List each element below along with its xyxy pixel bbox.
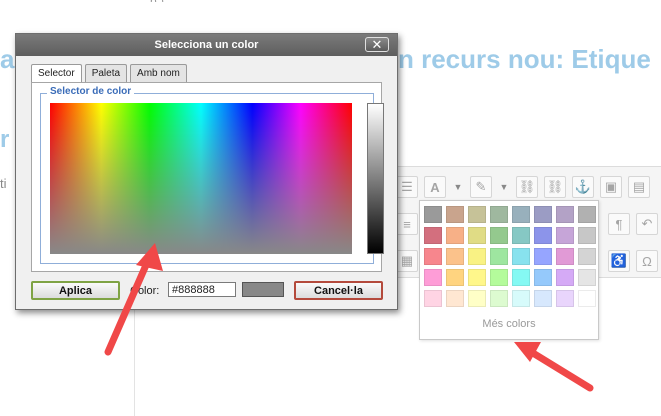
tab-selector[interactable]: Selector [31, 64, 82, 83]
close-icon: ✕ [371, 37, 383, 52]
color-swatch[interactable] [424, 227, 442, 244]
color-swatch[interactable] [424, 290, 442, 307]
image-icon[interactable]: ▣ [600, 176, 622, 198]
tab-palette[interactable]: Paleta [84, 64, 128, 82]
color-swatch[interactable] [490, 206, 508, 223]
color-swatch[interactable] [490, 227, 508, 244]
color-swatch[interactable] [446, 227, 464, 244]
color-hex-input[interactable] [168, 282, 236, 297]
color-swatch[interactable] [578, 269, 596, 286]
color-swatch[interactable] [446, 206, 464, 223]
color-swatch[interactable] [534, 248, 552, 265]
page-text-fragment: ti [0, 176, 7, 191]
tab-named[interactable]: Amb nom [130, 64, 187, 82]
swatch-grid [424, 206, 596, 307]
dialog-footer: Aplica Color: Cancel·la [16, 278, 397, 302]
color-swatch[interactable] [512, 206, 530, 223]
color-swatch[interactable] [468, 206, 486, 223]
color-swatch[interactable] [424, 206, 442, 223]
color-swatch[interactable] [534, 269, 552, 286]
indent-icon[interactable]: ≡ [396, 213, 418, 235]
color-swatch[interactable] [512, 248, 530, 265]
dialog-titlebar[interactable]: Selecciona un color [16, 34, 397, 56]
media-icon[interactable]: ▤ [628, 176, 650, 198]
color-swatch[interactable] [534, 206, 552, 223]
content-divider [134, 310, 135, 416]
color-swatch[interactable] [512, 227, 530, 244]
special-char-icon[interactable]: Ω [636, 250, 658, 272]
anchor-icon[interactable]: ⚓ [572, 176, 594, 198]
color-swatch[interactable] [424, 269, 442, 286]
color-swatch[interactable] [556, 269, 574, 286]
more-colors-link[interactable]: Més colors [420, 318, 598, 330]
color-swatch[interactable] [534, 227, 552, 244]
color-swatch[interactable] [512, 290, 530, 307]
color-swatch[interactable] [446, 290, 464, 307]
color-swatch[interactable] [556, 227, 574, 244]
color-swatch[interactable] [556, 290, 574, 307]
color-swatch[interactable] [578, 248, 596, 265]
page-subheading-fragment: r [0, 126, 10, 153]
color-swatch[interactable] [468, 269, 486, 286]
unlink-icon[interactable]: ⛓ [544, 176, 566, 198]
color-swatch[interactable] [556, 206, 574, 223]
color-selector-dialog: Selecciona un color ✕ Selector Paleta Am… [15, 33, 398, 310]
dialog-tabs: Selector Paleta Amb nom [31, 64, 187, 83]
color-swatch[interactable] [578, 206, 596, 223]
link-icon[interactable]: ⛓ [516, 176, 538, 198]
color-swatch[interactable] [446, 248, 464, 265]
color-swatch[interactable] [556, 248, 574, 265]
page-heading: n recurs nou: Etique [398, 44, 651, 74]
page-top-text: p ) [150, 0, 550, 2]
highlight-icon[interactable]: ✎ [470, 176, 492, 198]
color-swatch[interactable] [490, 290, 508, 307]
font-color-icon[interactable]: A [424, 176, 446, 198]
color-swatch[interactable] [468, 290, 486, 307]
color-field-label: Color: [130, 285, 160, 297]
chevron-down-icon[interactable]: ▼ [452, 176, 464, 198]
color-swatch[interactable] [468, 227, 486, 244]
annotation-arrow-right [514, 342, 594, 392]
page-heading-left-fragment: a [0, 44, 15, 74]
color-spectrum[interactable] [50, 103, 352, 254]
chevron-down-icon[interactable]: ▼ [498, 176, 510, 198]
paragraph-icon[interactable]: ¶ [608, 213, 630, 235]
cancel-button[interactable]: Cancel·la [294, 281, 383, 300]
color-swatch[interactable] [490, 269, 508, 286]
color-preview [242, 282, 284, 297]
color-swatch[interactable] [512, 269, 530, 286]
undo-icon[interactable]: ↶ [636, 213, 658, 235]
color-swatch[interactable] [578, 227, 596, 244]
color-swatch[interactable] [578, 290, 596, 307]
list-icon[interactable]: ☰ [396, 176, 418, 198]
color-swatch[interactable] [490, 248, 508, 265]
close-button[interactable]: ✕ [365, 37, 389, 52]
selector-panel: Selector de color [31, 82, 384, 272]
fieldset-legend: Selector de color [47, 86, 135, 97]
color-swatch-dropdown: Més colors [419, 200, 599, 340]
color-swatch[interactable] [424, 248, 442, 265]
color-swatch[interactable] [446, 269, 464, 286]
color-swatch[interactable] [534, 290, 552, 307]
dialog-title: Selecciona un color [154, 39, 259, 51]
accessibility-icon[interactable]: ♿ [608, 250, 630, 272]
apply-button[interactable]: Aplica [31, 281, 120, 300]
color-swatch[interactable] [468, 248, 486, 265]
table-icon[interactable]: ▦ [396, 250, 418, 272]
brightness-slider[interactable] [367, 103, 384, 254]
